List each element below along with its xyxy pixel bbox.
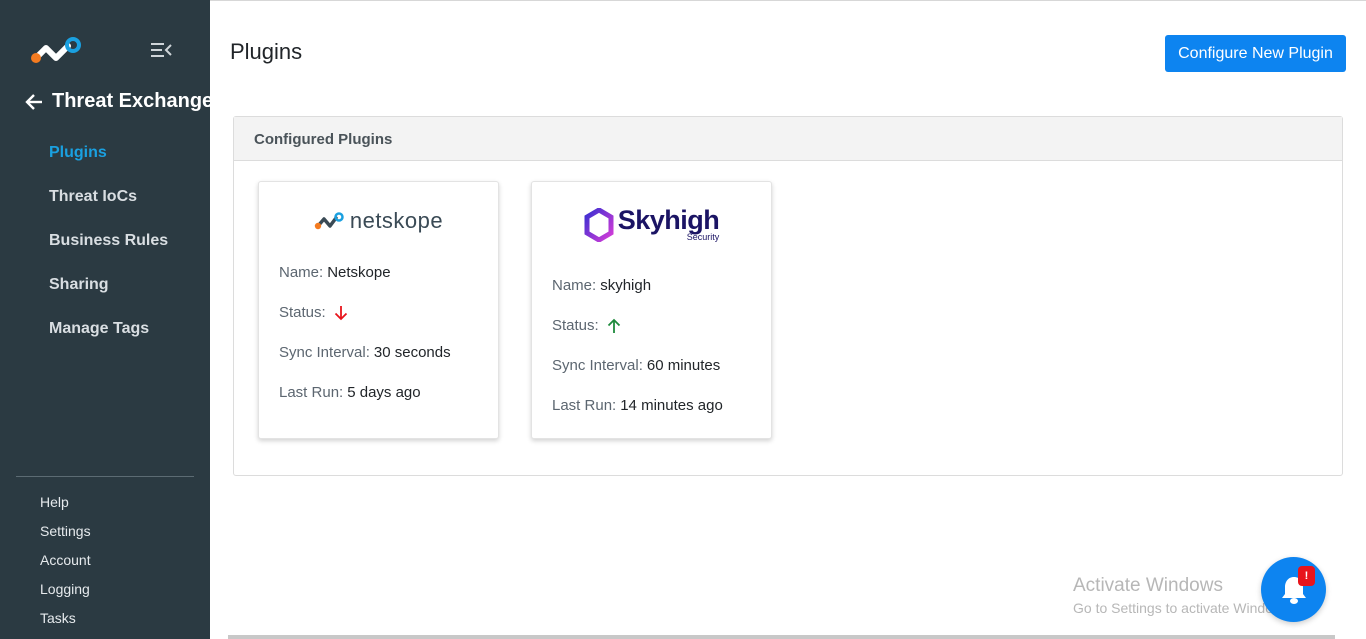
plugin-status-field: Status: xyxy=(552,317,621,334)
watermark-line2: Go to Settings to activate Windows. xyxy=(1073,600,1294,616)
plugin-sync-field: Sync Interval: 30 seconds xyxy=(279,344,451,361)
page-title: Plugins xyxy=(230,39,303,64)
plugin-status-field: Status: xyxy=(279,304,348,321)
notification-badge: ! xyxy=(1298,566,1315,586)
netskope-logo-text: netskope xyxy=(349,208,444,233)
sync-label: Sync Interval: xyxy=(279,344,370,361)
horizontal-scrollbar[interactable] xyxy=(228,635,1335,639)
sidebar: Threat Exchange Plugins Threat IoCs Busi… xyxy=(0,0,213,639)
status-label: Status: xyxy=(279,304,326,321)
panel-header: Configured Plugins xyxy=(234,117,1342,161)
sync-value: 30 seconds xyxy=(373,344,451,361)
sidebar-item-logging[interactable]: Logging xyxy=(40,581,91,610)
last-run-label: Last Run: xyxy=(552,397,617,414)
sidebar-item-threat-iocs[interactable]: Threat IoCs xyxy=(49,187,168,231)
section-title: Threat Exchange xyxy=(52,90,214,112)
skyhigh-hexagon-icon xyxy=(584,207,614,242)
plugin-last-run-field: Last Run: 5 days ago xyxy=(279,384,421,401)
status-label: Status: xyxy=(552,317,599,334)
plugin-name-field: Name: Netskope xyxy=(279,264,391,281)
skyhigh-plugin-logo: Skyhigh Security xyxy=(531,207,772,242)
plugin-last-run-field: Last Run: 14 minutes ago xyxy=(552,397,723,414)
sidebar-item-help[interactable]: Help xyxy=(40,494,91,523)
netskope-logo-icon[interactable] xyxy=(30,36,82,66)
arrow-down-icon xyxy=(334,305,347,320)
sidebar-item-plugins[interactable]: Plugins xyxy=(49,143,168,187)
last-run-value: 14 minutes ago xyxy=(620,397,723,414)
sidebar-divider xyxy=(16,476,194,477)
top-border xyxy=(210,0,1366,3)
name-label: Name: xyxy=(279,264,324,281)
plugin-name-field: Name: skyhigh xyxy=(552,277,651,294)
sidebar-item-settings[interactable]: Settings xyxy=(40,523,91,552)
netskope-logo-icon xyxy=(314,212,344,230)
configure-new-plugin-button[interactable]: Configure New Plugin xyxy=(1165,35,1346,72)
sync-value: 60 minutes xyxy=(646,357,721,374)
back-to-threat-exchange[interactable]: Threat Exchange xyxy=(24,90,213,113)
sidebar-item-account[interactable]: Account xyxy=(40,552,91,581)
sidebar-item-sharing[interactable]: Sharing xyxy=(49,275,168,319)
name-value: Netskope xyxy=(327,264,391,281)
name-value: skyhigh xyxy=(600,277,652,294)
skyhigh-logo-text: Skyhigh xyxy=(617,205,720,235)
collapse-menu-icon[interactable] xyxy=(150,42,172,58)
name-label: Name: xyxy=(552,277,597,294)
last-run-value: 5 days ago xyxy=(347,384,421,401)
notification-bell-button[interactable] xyxy=(1261,557,1326,622)
sidebar-nav: Plugins Threat IoCs Business Rules Shari… xyxy=(49,143,168,363)
last-run-label: Last Run: xyxy=(279,384,344,401)
plugin-sync-field: Sync Interval: 60 minutes xyxy=(552,357,720,374)
sidebar-item-manage-tags[interactable]: Manage Tags xyxy=(49,319,168,363)
sidebar-bottom-nav: Help Settings Account Logging Tasks xyxy=(40,494,91,639)
sidebar-item-tasks[interactable]: Tasks xyxy=(40,610,91,639)
sidebar-item-business-rules[interactable]: Business Rules xyxy=(49,231,168,275)
netskope-plugin-logo: netskope xyxy=(258,208,499,234)
arrow-left-icon xyxy=(25,93,42,110)
arrow-up-icon xyxy=(607,318,620,333)
sync-label: Sync Interval: xyxy=(552,357,643,374)
skyhigh-logo-subtext: Security xyxy=(686,232,720,242)
